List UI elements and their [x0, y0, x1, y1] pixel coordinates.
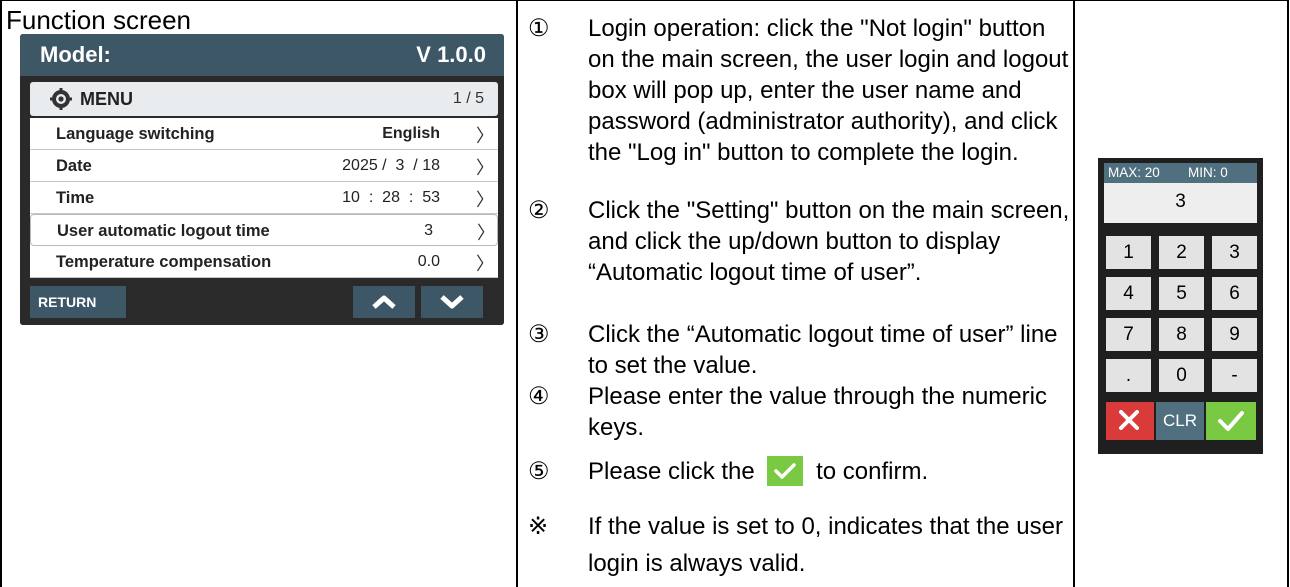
- row-value: English: [382, 125, 440, 142]
- menu-page-indicator: 1 / 5: [452, 90, 484, 107]
- max-label: MAX: 20: [1108, 165, 1160, 180]
- key-4[interactable]: 4: [1106, 277, 1151, 310]
- function-screen-title: Function screen: [6, 5, 191, 35]
- step-text: Login operation: click the "Not login" b…: [588, 15, 1069, 166]
- menu-label: MENU: [80, 89, 133, 109]
- table-divider-1: [516, 1, 518, 587]
- down-button[interactable]: [421, 286, 483, 318]
- row-temperature-compensation[interactable]: Temperature compensation 0.0 〉: [30, 246, 498, 278]
- row-value: 10 : 28 : 53: [342, 189, 440, 206]
- step-number: ④: [528, 383, 550, 410]
- step-number: ⑤: [528, 458, 550, 485]
- clear-button[interactable]: CLR: [1156, 402, 1204, 440]
- row-user-automatic-logout-time[interactable]: User automatic logout time 3 〉: [30, 214, 498, 246]
- close-icon: [1119, 410, 1139, 430]
- up-button[interactable]: [353, 286, 415, 318]
- chevron-right-icon: 〉: [477, 223, 495, 243]
- row-label: Language switching: [56, 125, 215, 143]
- chevron-right-icon: 〉: [476, 158, 494, 178]
- device-footer: RETURN: [20, 280, 504, 325]
- key-3[interactable]: 3: [1212, 236, 1257, 269]
- note-mark: ※: [528, 513, 549, 540]
- key-0[interactable]: 0: [1159, 359, 1204, 392]
- settings-list: Language switching English 〉 Date 2025 /…: [30, 118, 498, 278]
- model-label: Model:: [40, 42, 111, 67]
- key-8[interactable]: 8: [1159, 318, 1204, 351]
- instruction-table: Function screen Model: V 1.0.0 MENU 1 / …: [0, 0, 1289, 587]
- step-text: Click the “Automatic logout time of user…: [588, 321, 1058, 379]
- keypad-header: MAX: 20 MIN: 0: [1104, 163, 1257, 183]
- step-text: Please enter the value through the numer…: [588, 383, 1047, 441]
- check-icon: [1218, 411, 1244, 431]
- row-label: Date: [56, 157, 92, 175]
- row-value: 3: [424, 222, 433, 239]
- check-icon: [767, 456, 804, 486]
- row-value: 2025 / 3 / 18: [342, 157, 440, 174]
- row-label: Temperature compensation: [56, 253, 272, 271]
- display-value: 3: [1175, 191, 1186, 212]
- chevron-right-icon: 〉: [476, 126, 494, 146]
- key-minus[interactable]: -: [1212, 359, 1257, 392]
- chevron-right-icon: 〉: [476, 190, 494, 210]
- return-button[interactable]: RETURN: [30, 286, 126, 318]
- row-date[interactable]: Date 2025 / 3 / 18 〉: [30, 150, 498, 182]
- row-label: User automatic logout time: [57, 222, 270, 240]
- row-label: Time: [56, 189, 95, 207]
- step-number: ②: [528, 197, 550, 224]
- gear-icon: [50, 88, 72, 110]
- row-value: 0.0: [417, 253, 440, 270]
- min-label: MIN: 0: [1188, 165, 1228, 180]
- version-label: V 1.0.0: [416, 42, 486, 67]
- key-1[interactable]: 1: [1106, 236, 1151, 269]
- cancel-button[interactable]: [1106, 402, 1154, 440]
- step-text-before: Please click the: [588, 458, 755, 485]
- chevron-down-icon: [440, 295, 464, 309]
- numeric-keypad: MAX: 20 MIN: 0 3 1 2 3 4 5 6 7 8 9 . 0 -…: [1098, 158, 1263, 454]
- key-7[interactable]: 7: [1106, 318, 1151, 351]
- row-language-switching[interactable]: Language switching English 〉: [30, 118, 498, 150]
- key-9[interactable]: 9: [1212, 318, 1257, 351]
- confirm-button[interactable]: [1206, 402, 1256, 440]
- step-text: Please click the to confirm.: [588, 456, 1078, 487]
- keypad-display: 3: [1104, 183, 1257, 223]
- chevron-right-icon: 〉: [476, 254, 494, 274]
- key-2[interactable]: 2: [1159, 236, 1204, 269]
- step-number: ③: [528, 321, 550, 348]
- key-5[interactable]: 5: [1159, 277, 1204, 310]
- row-time[interactable]: Time 10 : 28 : 53 〉: [30, 182, 498, 214]
- step-text: If the value is set to 0, indicates that…: [588, 513, 1063, 577]
- chevron-up-icon: [372, 295, 396, 309]
- key-dot[interactable]: .: [1106, 359, 1151, 392]
- key-6[interactable]: 6: [1212, 277, 1257, 310]
- table-border-left: [0, 1, 2, 587]
- device-header: Model: V 1.0.0: [20, 34, 504, 76]
- step-number: ①: [528, 15, 550, 42]
- return-label: RETURN: [38, 294, 97, 310]
- table-border-right: [1287, 1, 1289, 587]
- menu-bar: MENU 1 / 5: [30, 82, 498, 116]
- step-text-after: to confirm.: [816, 458, 929, 485]
- device-screen: Model: V 1.0.0 MENU 1 / 5 Language switc…: [20, 34, 504, 325]
- step-text: Click the "Setting" button on the main s…: [588, 197, 1070, 286]
